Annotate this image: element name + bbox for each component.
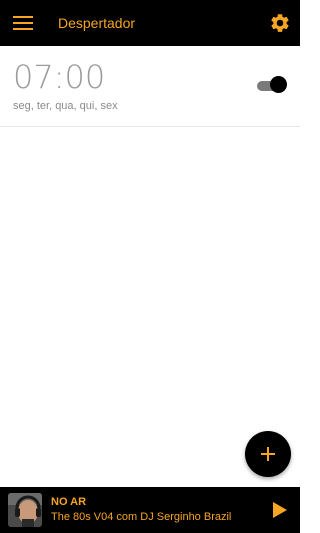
app-bar: Despertador [0, 0, 300, 46]
play-button[interactable] [260, 487, 300, 533]
toggle-thumb [270, 76, 287, 93]
plus-icon [261, 447, 275, 461]
settings-button[interactable] [260, 0, 300, 46]
alarm-list-item[interactable]: 07:00 seg, ter, qua, qui, sex [0, 46, 300, 127]
player-info: NO AR The 80s V04 com DJ Serginho Brazil [51, 495, 260, 525]
on-air-label: NO AR [51, 496, 87, 508]
dj-avatar [8, 493, 42, 527]
play-icon [273, 502, 287, 518]
radio-player-bar[interactable]: NO AR The 80s V04 com DJ Serginho Brazil [0, 487, 300, 533]
hamburger-menu-icon [13, 16, 33, 30]
alarm-days: seg, ter, qua, qui, sex [13, 100, 118, 112]
gear-icon [271, 14, 289, 32]
menu-button[interactable] [0, 0, 46, 46]
alarm-enabled-toggle[interactable] [257, 76, 287, 93]
alarm-time: 07:00 [13, 58, 106, 96]
page-title: Despertador [58, 15, 136, 31]
track-title: The 80s V04 com DJ Serginho Brazil [51, 511, 232, 523]
add-alarm-button[interactable] [245, 431, 291, 477]
